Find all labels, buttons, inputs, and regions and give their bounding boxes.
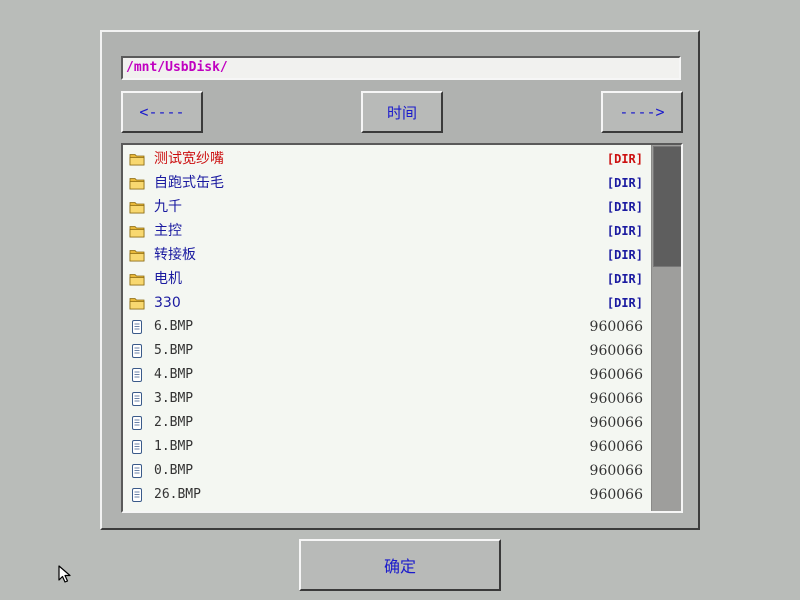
file-size: 960066 <box>589 343 643 359</box>
folder-icon <box>129 247 145 263</box>
entry-name: 自跑式缶毛 <box>154 175 224 191</box>
folder-row[interactable]: 测试宽纱嘴 [DIR] <box>123 147 651 171</box>
dir-tag: [DIR] <box>606 200 643 214</box>
file-icon <box>129 367 145 383</box>
folder-row[interactable]: 九千 [DIR] <box>123 195 651 219</box>
file-icon <box>129 391 145 407</box>
entry-name: 3.BMP <box>154 391 194 406</box>
next-page-button[interactable]: ----> <box>601 91 683 133</box>
file-list: 测试宽纱嘴 [DIR] 自跑式缶毛 [DIR] 九千 [DIR] 主控 [DIR] 转接板 [DI… <box>123 145 651 511</box>
file-size: 960066 <box>589 319 643 335</box>
vertical-scrollbar[interactable] <box>651 145 681 511</box>
file-icon <box>129 343 145 359</box>
file-row[interactable]: 4.BMP 960066 <box>123 363 651 387</box>
folder-icon <box>129 295 145 311</box>
mouse-pointer-icon <box>58 565 71 583</box>
file-size: 960066 <box>589 415 643 431</box>
folder-icon <box>129 199 145 215</box>
entry-name: 330 <box>154 295 181 311</box>
folder-icon <box>129 271 145 287</box>
scrollbar-thumb[interactable] <box>653 146 681 267</box>
folder-icon <box>129 151 145 167</box>
file-icon <box>129 463 145 479</box>
file-browser-dialog: /mnt/UsbDisk/ <---- 时间 ----> 测试宽纱嘴 [DIR] 自… <box>100 30 700 530</box>
entry-name: 4.BMP <box>154 367 194 382</box>
file-icon <box>129 439 145 455</box>
file-size: 960066 <box>589 463 643 479</box>
file-row[interactable]: 26.BMP 960066 <box>123 483 651 507</box>
entry-name: 0.BMP <box>154 463 194 478</box>
file-icon <box>129 487 145 503</box>
entry-name: 2.BMP <box>154 415 194 430</box>
file-row[interactable]: 1.BMP 960066 <box>123 435 651 459</box>
folder-row[interactable]: 主控 [DIR] <box>123 219 651 243</box>
path-field[interactable]: /mnt/UsbDisk/ <box>121 56 681 80</box>
entry-name: 测试宽纱嘴 <box>154 151 224 167</box>
file-size: 960066 <box>589 391 643 407</box>
entry-name: 6.BMP <box>154 319 194 334</box>
folder-row[interactable]: 转接板 [DIR] <box>123 243 651 267</box>
file-size: 960066 <box>589 439 643 455</box>
entry-name: 主控 <box>154 223 182 239</box>
folder-row[interactable]: 自跑式缶毛 [DIR] <box>123 171 651 195</box>
file-row[interactable]: 3.BMP 960066 <box>123 387 651 411</box>
dir-tag: [DIR] <box>606 296 643 310</box>
dir-tag: [DIR] <box>606 224 643 238</box>
file-size: 960066 <box>589 367 643 383</box>
entry-name: 26.BMP <box>154 487 201 502</box>
dir-tag: [DIR] <box>606 272 643 286</box>
file-list-frame: 测试宽纱嘴 [DIR] 自跑式缶毛 [DIR] 九千 [DIR] 主控 [DIR] 转接板 [DI… <box>121 143 683 513</box>
dir-tag: [DIR] <box>606 248 643 262</box>
prev-page-button[interactable]: <---- <box>121 91 203 133</box>
folder-icon <box>129 175 145 191</box>
file-row[interactable]: 6.BMP 960066 <box>123 315 651 339</box>
folder-icon <box>129 223 145 239</box>
dir-tag: [DIR] <box>606 152 643 166</box>
entry-name: 1.BMP <box>154 439 194 454</box>
sort-by-time-button[interactable]: 时间 <box>361 91 443 133</box>
folder-row[interactable]: 电机 [DIR] <box>123 267 651 291</box>
file-icon <box>129 415 145 431</box>
file-icon <box>129 319 145 335</box>
entry-name: 九千 <box>154 199 182 215</box>
entry-name: 电机 <box>154 271 182 287</box>
dir-tag: [DIR] <box>606 176 643 190</box>
file-size: 960066 <box>589 487 643 503</box>
file-row[interactable]: 2.BMP 960066 <box>123 411 651 435</box>
file-row[interactable]: 0.BMP 960066 <box>123 459 651 483</box>
confirm-button[interactable]: 确定 <box>299 539 501 591</box>
file-row[interactable]: 5.BMP 960066 <box>123 339 651 363</box>
entry-name: 转接板 <box>154 247 196 263</box>
entry-name: 5.BMP <box>154 343 194 358</box>
folder-row[interactable]: 330 [DIR] <box>123 291 651 315</box>
